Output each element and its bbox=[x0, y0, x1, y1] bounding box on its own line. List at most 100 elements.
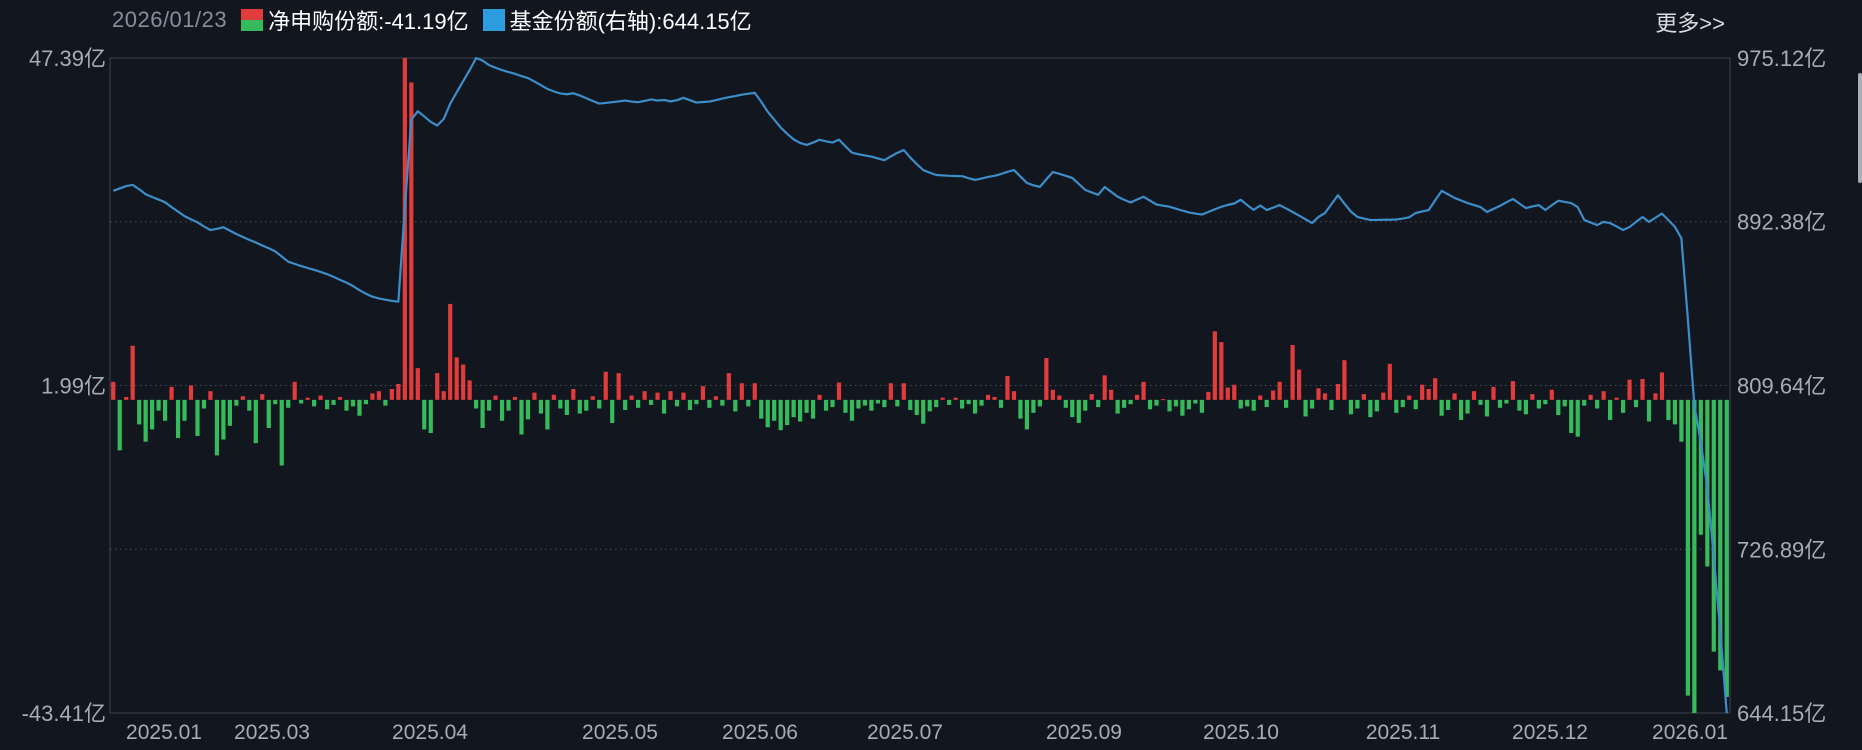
net-subscription-bar-negative bbox=[862, 399, 868, 406]
net-subscription-bar-negative bbox=[1096, 399, 1101, 408]
net-subscription-bar-positive bbox=[1290, 345, 1295, 400]
legend-net-subscription[interactable]: 净申购份额:-41.19亿 bbox=[241, 4, 469, 36]
net-subscription-bar-positive bbox=[1588, 394, 1593, 400]
net-subscription-bar-negative bbox=[875, 399, 880, 404]
net-subscription-bar-positive bbox=[629, 395, 634, 400]
net-subscription-bar-negative bbox=[895, 399, 900, 407]
net-subscription-bar-negative bbox=[331, 399, 336, 405]
net-subscription-bar-negative bbox=[363, 399, 369, 405]
net-subscription-bar-positive bbox=[111, 381, 116, 400]
net-subscription-bar-positive bbox=[1387, 363, 1392, 400]
net-subscription-bar-negative bbox=[1238, 399, 1243, 409]
net-subscription-bar-positive bbox=[1232, 384, 1237, 400]
net-subscription-bar-negative bbox=[1128, 399, 1133, 405]
net-subscription-bar-negative bbox=[137, 399, 142, 425]
net-subscription-bar-negative bbox=[772, 399, 777, 421]
net-subscription-bar-negative bbox=[499, 399, 505, 421]
net-subscription-bar-positive bbox=[901, 383, 906, 400]
net-subscription-bar-positive bbox=[1627, 379, 1632, 400]
net-subscription-bar-positive bbox=[1510, 381, 1516, 400]
fund-flow-chart-panel: 2026/01/23 净申购份额:-41.19亿 基金份额(右轴):644.15… bbox=[0, 0, 1862, 750]
net-subscription-bar-negative bbox=[1633, 399, 1639, 408]
net-subscription-bar-positive bbox=[1050, 389, 1055, 400]
net-subscription-bar-negative bbox=[545, 399, 550, 430]
net-subscription-bar-negative bbox=[150, 399, 155, 430]
net-subscription-bar-negative bbox=[1711, 399, 1716, 652]
net-subscription-bar-positive bbox=[1381, 392, 1386, 400]
net-subscription-bar-positive bbox=[642, 391, 647, 400]
chart-canvas[interactable]: 975.12亿 892.38亿 809.64亿 726.89亿 644.15亿 47.39… bbox=[0, 0, 1862, 750]
net-subscription-bar-negative bbox=[1562, 399, 1567, 407]
legend-net-subscription-label: 净申购份额:-41.19亿 bbox=[268, 9, 469, 34]
net-subscription-bar-negative bbox=[117, 399, 122, 451]
current-date-label: 2026/01/23 bbox=[112, 7, 228, 32]
net-subscription-bar-negative bbox=[1303, 399, 1308, 417]
net-subscription-bar-negative bbox=[558, 399, 563, 409]
net-subscription-bar-negative bbox=[1394, 399, 1399, 413]
net-subscription-bar-positive bbox=[188, 385, 194, 400]
legend-fund-shares[interactable]: 基金份额(右轴):644.15亿 bbox=[482, 4, 752, 36]
net-subscription-bar-positive bbox=[739, 383, 744, 400]
net-subscription-bar-positive bbox=[1134, 394, 1140, 400]
net-subscription-bar-negative bbox=[798, 399, 803, 422]
net-subscription-bar-positive bbox=[1271, 390, 1276, 400]
left-axis-tick-label: 1.99亿 bbox=[41, 374, 106, 399]
net-subscription-bar-negative bbox=[1413, 399, 1418, 410]
net-subscription-bar-positive bbox=[700, 386, 706, 400]
net-subscription-bar-negative bbox=[687, 399, 693, 410]
net-subscription-bar-negative bbox=[648, 399, 654, 405]
net-subscription-bar-positive bbox=[493, 395, 498, 400]
net-subscription-bar-positive bbox=[888, 383, 893, 400]
net-subscription-bar-positive bbox=[655, 392, 660, 400]
net-subscription-bar-positive bbox=[713, 396, 718, 400]
net-subscription-bar-negative bbox=[266, 399, 271, 428]
net-subscription-bar-positive bbox=[532, 392, 537, 400]
net-subscription-bar-positive bbox=[124, 396, 129, 400]
net-subscription-bar-negative bbox=[960, 399, 965, 409]
scrollbar-thumb[interactable] bbox=[1858, 73, 1862, 183]
net-subscription-bar-negative bbox=[227, 399, 232, 426]
net-subscription-bar-negative bbox=[1439, 399, 1444, 416]
x-axis-tick-label: 2025.12 bbox=[1512, 721, 1588, 744]
net-subscription-bar-negative bbox=[830, 399, 835, 408]
net-subscription-bar-negative bbox=[707, 399, 712, 408]
net-subscription-bar-negative bbox=[1154, 399, 1159, 406]
left-axis-tick-label: -43.41亿 bbox=[22, 701, 106, 726]
right-axis-tick-label: 892.38亿 bbox=[1737, 210, 1826, 235]
net-subscription-bar-negative bbox=[584, 399, 589, 411]
net-subscription-bar-positive bbox=[571, 389, 576, 400]
net-subscription-bar-negative bbox=[869, 399, 874, 411]
net-subscription-bar-negative bbox=[914, 399, 919, 416]
net-subscription-bar-negative bbox=[1536, 399, 1541, 409]
net-subscription-bar-negative bbox=[1348, 399, 1354, 415]
net-subscription-bar-negative bbox=[577, 399, 582, 414]
net-subscription-bar-positive bbox=[240, 396, 245, 400]
net-subscription-bar-negative bbox=[804, 399, 809, 413]
net-subscription-bar-negative bbox=[810, 399, 816, 419]
net-subscription-bar-negative bbox=[1368, 399, 1373, 418]
net-subscription-bar-positive bbox=[681, 392, 686, 400]
net-subscription-bar-negative bbox=[1646, 399, 1652, 422]
net-subscription-bar-negative bbox=[1484, 399, 1490, 417]
net-subscription-bar-negative bbox=[1245, 399, 1250, 407]
net-subscription-bar-positive bbox=[169, 386, 174, 400]
net-subscription-bar-negative bbox=[1575, 399, 1580, 437]
net-subscription-bar-negative bbox=[1595, 399, 1600, 409]
net-subscription-bar-positive bbox=[512, 396, 518, 400]
net-subscription-bar-positive bbox=[953, 397, 958, 400]
net-subscription-bar-positive bbox=[726, 373, 731, 400]
net-subscription-bar-negative bbox=[759, 399, 764, 419]
net-subscription-bar-negative bbox=[610, 399, 615, 423]
net-subscription-bar-positive bbox=[1011, 391, 1017, 400]
net-subscription-bar-negative bbox=[253, 399, 258, 444]
net-subscription-bar-positive bbox=[940, 397, 945, 400]
net-subscription-bar-positive bbox=[836, 382, 842, 400]
net-subscription-bar-negative bbox=[1180, 399, 1185, 416]
net-subscription-bar-positive bbox=[1407, 395, 1412, 400]
net-subscription-bar-negative bbox=[1122, 399, 1127, 408]
net-subscription-bar-negative bbox=[286, 399, 291, 408]
more-link[interactable]: 更多>> bbox=[1655, 6, 1725, 38]
net-subscription-bar-negative bbox=[623, 399, 628, 410]
net-subscription-bar-negative bbox=[428, 399, 433, 434]
net-subscription-bar-positive bbox=[292, 381, 297, 400]
